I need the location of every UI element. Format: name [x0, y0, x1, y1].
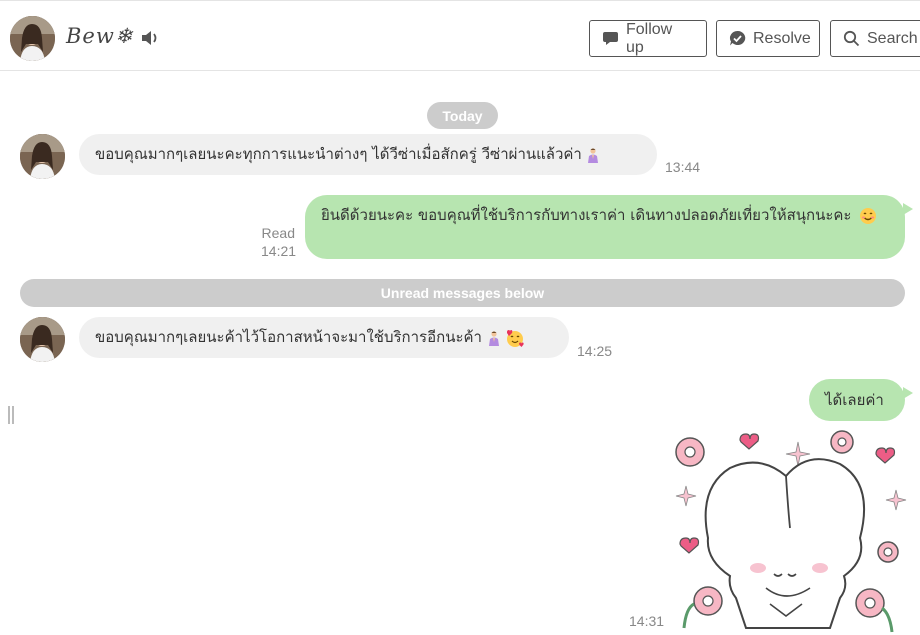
flower-icon: [855, 588, 894, 633]
resize-handle-icon[interactable]: [8, 406, 15, 424]
contact-avatar[interactable]: [10, 16, 55, 61]
message-text: ขอบคุณมากๆเลยนะคะทุกการแนะนำต่างๆ ได้วีซ…: [95, 145, 582, 163]
read-receipt: Read: [261, 225, 295, 241]
follow-up-button[interactable]: Follow up: [589, 20, 707, 57]
message-timestamp: 14:31: [629, 613, 665, 629]
heart-icon: [875, 447, 896, 464]
incoming-message-bubble[interactable]: ขอบคุณมากๆเลยนะคะทุกการแนะนำต่างๆ ได้วีซ…: [79, 134, 657, 175]
heart-icon: [679, 537, 700, 554]
sparkle-icon: [885, 489, 907, 511]
outgoing-message-bubble[interactable]: ได้เลยค่า: [809, 379, 913, 421]
face-with-hearts-emoji-icon: [506, 329, 524, 347]
check-bubble-icon: [729, 30, 746, 46]
smiling-face-emoji-icon: [860, 207, 877, 224]
incoming-message-bubble[interactable]: ขอบคุณมากๆเลยนะค้าไว้โอกาสหน้าจะมาใช้บริ…: [79, 317, 569, 358]
message-timestamp: 14:25: [577, 343, 613, 359]
chat-header: Bew❄ Follow up Resolve Search: [0, 0, 920, 71]
message-text: ยินดีด้วยนะคะ ขอบคุณที่ใช้บริการกับทางเร…: [321, 204, 877, 227]
date-divider-today: Today: [427, 102, 498, 129]
sender-avatar[interactable]: [20, 134, 65, 179]
sender-avatar[interactable]: [20, 317, 65, 362]
search-label: Search: [867, 29, 918, 47]
unread-messages-divider: Unread messages below: [20, 279, 905, 307]
outgoing-message-bubble[interactable]: ยินดีด้วยนะคะ ขอบคุณที่ใช้บริการกับทางเร…: [305, 195, 913, 259]
flower-icon: [877, 541, 899, 563]
mute-speaker-icon[interactable]: [140, 28, 162, 48]
message-timestamp: 13:44: [665, 159, 701, 175]
bunny-sticker-image[interactable]: [670, 428, 910, 635]
sparkle-icon: [675, 485, 697, 507]
search-button[interactable]: Search: [830, 20, 920, 57]
message-text: ขอบคุณมากๆเลยนะค้าไว้โอกาสหน้าจะมาใช้บริ…: [95, 328, 482, 346]
woman-pray-emoji-icon: [587, 147, 598, 163]
flower-icon: [830, 430, 854, 454]
heart-icon: [739, 433, 760, 450]
resolve-label: Resolve: [753, 29, 811, 47]
message-timestamp: 14:21: [261, 243, 297, 259]
resolve-button[interactable]: Resolve: [716, 20, 820, 57]
flower-icon: [675, 437, 705, 467]
follow-up-label: Follow up: [626, 20, 673, 56]
woman-pray-emoji-icon: [488, 330, 499, 346]
message-text: ได้เลยค่า: [825, 390, 884, 409]
search-icon: [843, 30, 860, 47]
speech-bubble-icon: [603, 32, 618, 45]
contact-name: Bew❄: [66, 24, 134, 48]
flower-icon: [682, 586, 723, 629]
